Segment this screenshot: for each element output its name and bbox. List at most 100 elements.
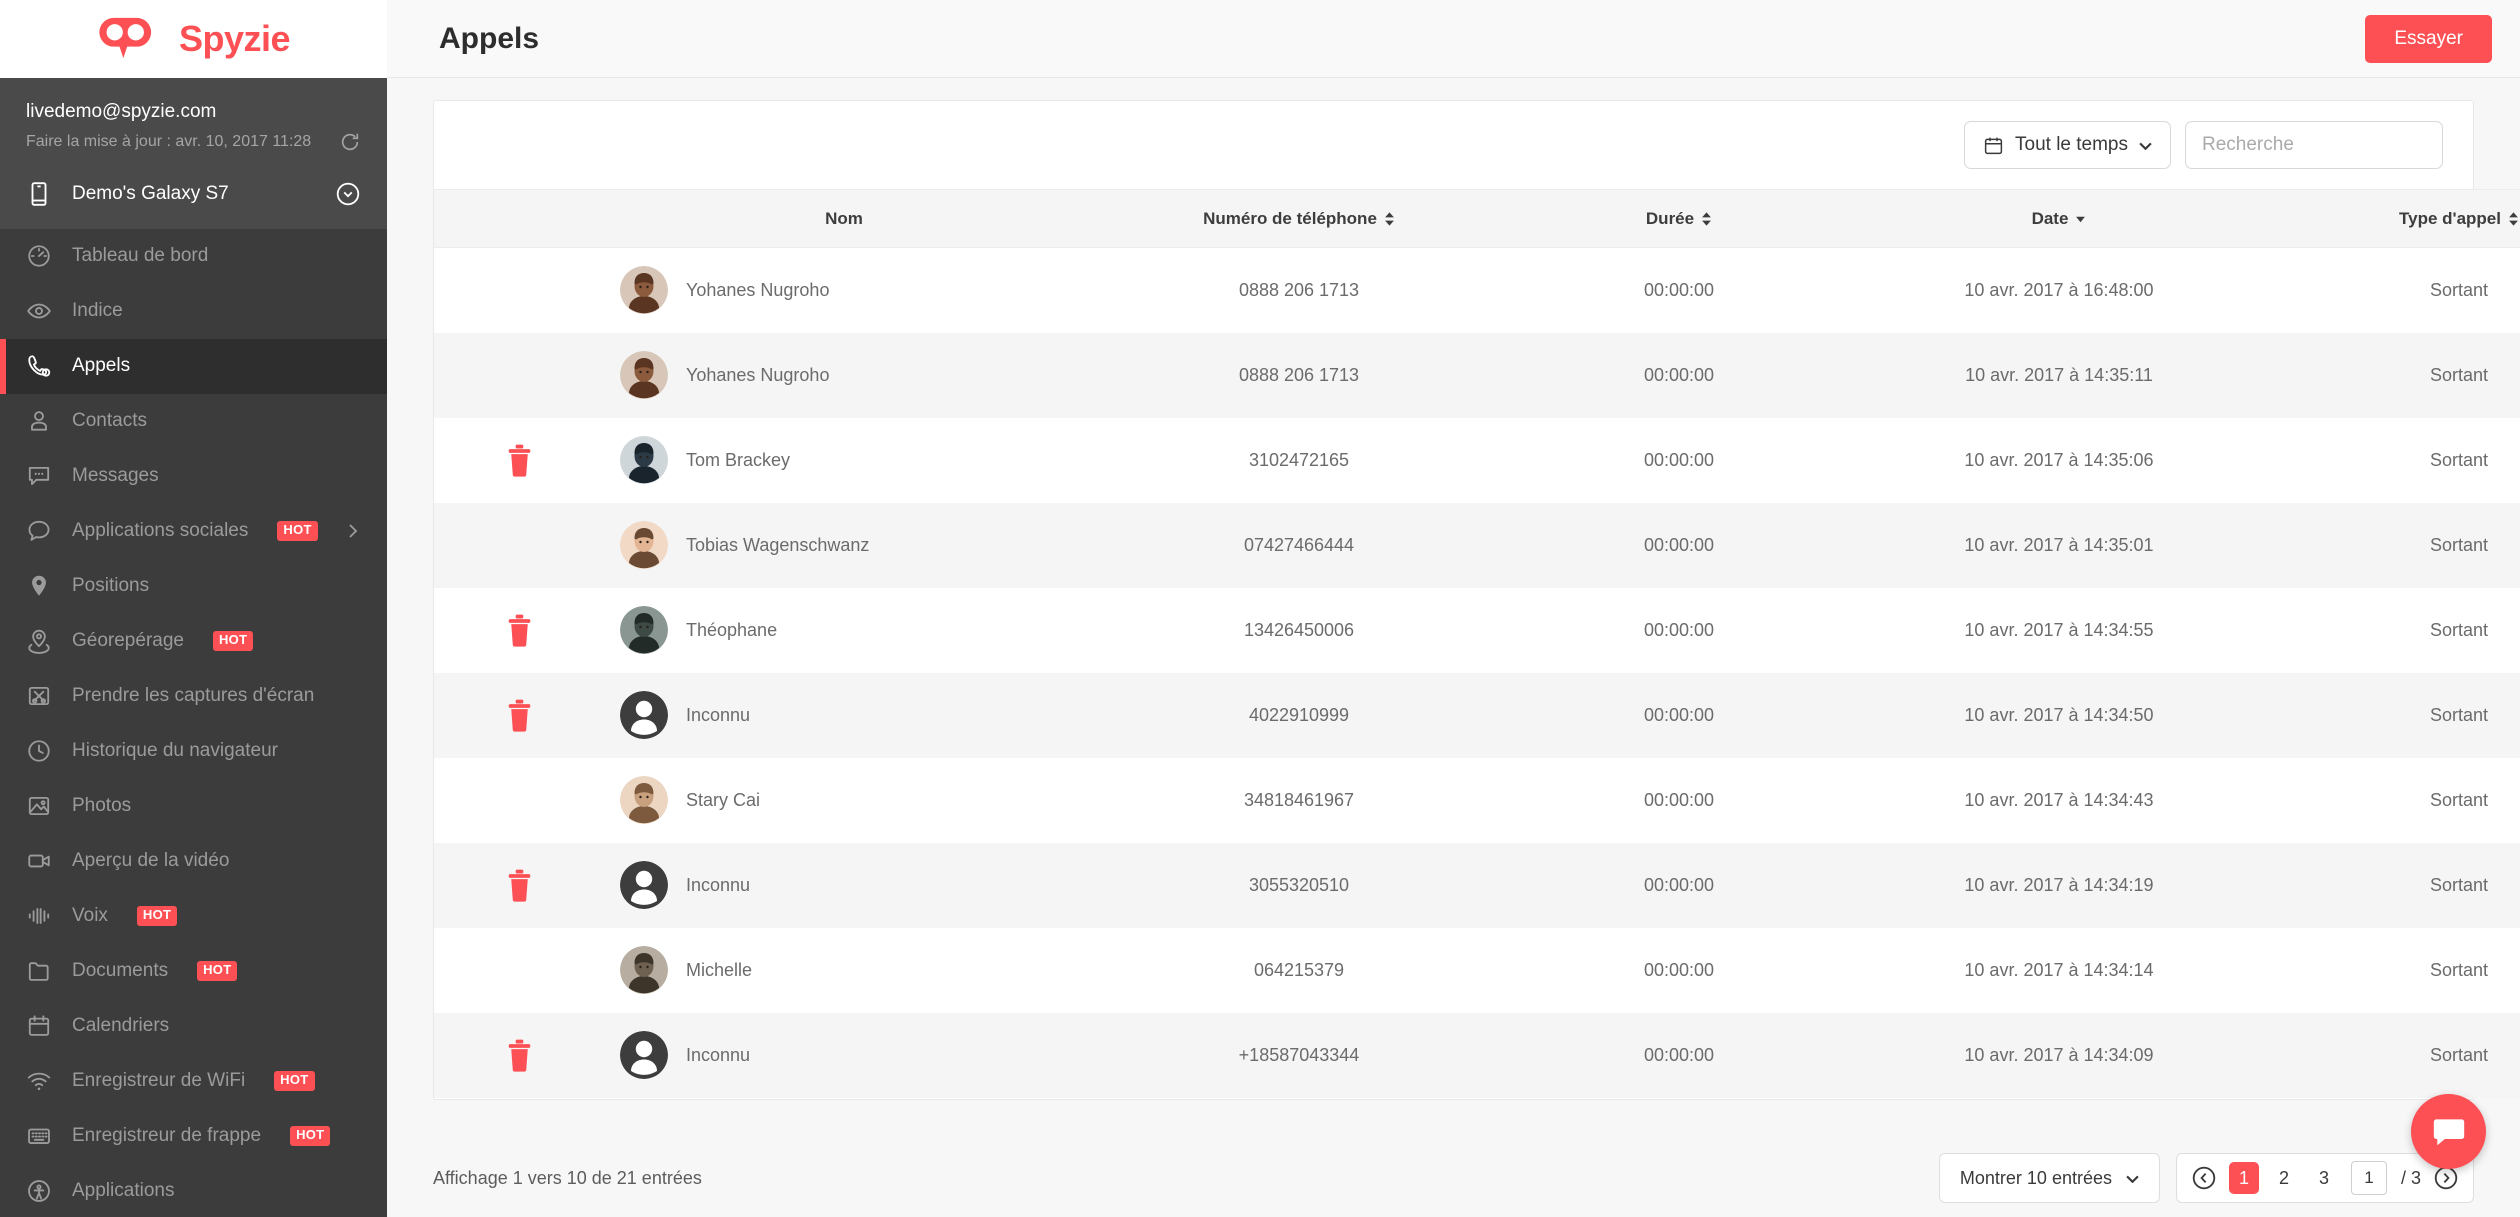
chevron-left-circle-icon[interactable] (2191, 1165, 2217, 1191)
page-header: Appels Essayer (387, 0, 2520, 78)
avatar (620, 946, 668, 994)
sort-desc-icon (2076, 216, 2086, 222)
table-footer: Affichage 1 vers 10 de 21 entrées Montre… (433, 1139, 2474, 1217)
device-selector[interactable]: Demo's Galaxy S7 (0, 166, 387, 229)
row-type-cell: Sortant (2429, 874, 2489, 895)
refresh-icon[interactable] (339, 131, 361, 153)
chevron-down-circle-icon[interactable] (335, 181, 361, 207)
page-number-input[interactable] (2350, 1161, 2387, 1195)
table-row[interactable]: Tom Brackey 3102472165 00:00:00 10 avr. 201… (434, 417, 2520, 503)
row-delete-cell[interactable] (434, 1013, 604, 1098)
row-date-cell: 10 avr. 2017 à 14:35:11 (1965, 364, 2153, 385)
column-header-type-d-appel[interactable]: Type d'appel (2274, 189, 2520, 248)
sidebar-item-applications-sociales[interactable]: Applications sociales HOT (0, 504, 387, 559)
row-duration-cell: 00:00:00 (1643, 534, 1715, 555)
page-3-button[interactable]: 3 (2309, 1162, 2339, 1194)
table-row[interactable]: Inconnu 3055320510 00:00:00 10 avr. 2017 à … (434, 842, 2520, 928)
date-filter-label: Tout le temps (2015, 134, 2128, 155)
delete-icon[interactable] (504, 444, 535, 477)
contact-name: Yohanes Nugroho (686, 279, 830, 300)
image-icon (28, 796, 50, 816)
row-delete-cell (434, 758, 604, 843)
row-duration-cell: 00:00:00 (1643, 279, 1715, 300)
row-name-cell: Stary Cai (604, 758, 1084, 843)
row-name-cell: Théophane (604, 588, 1084, 673)
sidebar-item-documents[interactable]: Documents HOT (0, 944, 387, 999)
hot-badge: HOT (197, 961, 238, 981)
sidebar: Spyzie livedemo@spyzie.com Faire la mise… (0, 0, 387, 1217)
sidebar-item-prendre-les-captures-d-cran[interactable]: Prendre les captures d'écran (0, 669, 387, 724)
row-date-cell: 10 avr. 2017 à 16:48:00 (1964, 279, 2154, 300)
row-phone-cell: 0888 206 1713 (1238, 364, 1360, 385)
sidebar-item-label: Géorepérage (72, 630, 184, 651)
row-duration-cell: 00:00:00 (1643, 1044, 1715, 1065)
page-2-button[interactable]: 2 (2269, 1162, 2299, 1194)
sidebar-item-enregistreur-de-frappe[interactable]: Enregistreur de frappe HOT (0, 1109, 387, 1164)
sidebar-item-messages[interactable]: Messages (0, 449, 387, 504)
row-phone-cell: 064215379 (1253, 959, 1345, 980)
show-entries-dropdown[interactable]: Montrer 10 entrées (1938, 1153, 2160, 1203)
table-row[interactable]: Inconnu 4022910999 00:00:00 10 avr. 2017 à … (434, 672, 2520, 758)
table-row[interactable]: Yohanes Nugroho 0888 206 1713 00:00:00 10 a… (434, 332, 2520, 418)
column-header-date[interactable]: Date (1844, 189, 2274, 248)
sidebar-item-label: Applications sociales (72, 520, 249, 541)
sidebar-item-historique-du-navigateur[interactable]: Historique du navigateur (0, 724, 387, 779)
column-header-num-ro-de-t-l-phone[interactable]: Numéro de téléphone (1084, 189, 1514, 248)
sidebar-item-label: Historique du navigateur (72, 740, 278, 761)
sidebar-item-aper-u-de-la-vid-o[interactable]: Aperçu de la vidéo (0, 834, 387, 889)
row-delete-cell[interactable] (434, 588, 604, 673)
sidebar-item-tableau-de-bord[interactable]: Tableau de bord (0, 229, 387, 284)
chat-bubble-icon (28, 520, 50, 541)
sidebar-item-enregistreur-de-wifi[interactable]: Enregistreur de WiFi HOT (0, 1054, 387, 1109)
delete-icon[interactable] (504, 1039, 535, 1072)
row-type-cell: Sortant (2429, 449, 2489, 470)
table-body: Yohanes Nugroho 0888 206 1713 00:00:00 10 a… (434, 247, 2520, 1098)
hot-badge: HOT (136, 906, 178, 926)
delete-icon[interactable] (504, 869, 535, 902)
date-filter-dropdown[interactable]: Tout le temps (1964, 121, 2171, 169)
sidebar-item-photos[interactable]: Photos (0, 779, 387, 834)
sidebar-item-appels[interactable]: Appels (0, 338, 387, 394)
entries-info: Affichage 1 vers 10 de 21 entrées (433, 1167, 702, 1188)
table-row[interactable]: Théophane 13426450006 00:00:00 10 avr. 2017… (434, 587, 2520, 673)
sidebar-item-contacts[interactable]: Contacts (0, 394, 387, 449)
search-input[interactable] (2202, 134, 2447, 156)
sidebar-item-indice[interactable]: Indice (0, 284, 387, 339)
row-delete-cell (434, 248, 604, 333)
sidebar-item-positions[interactable]: Positions (0, 559, 387, 614)
page-1-button[interactable]: 1 (2228, 1162, 2259, 1194)
table-row[interactable]: Inconnu +18587043344 00:00:00 10 avr. 2017 … (434, 1012, 2520, 1098)
avatar (620, 266, 668, 315)
try-button[interactable]: Essayer (2365, 14, 2492, 63)
column-header-label: Nom (825, 208, 863, 228)
folder-icon (28, 962, 49, 981)
chevron-right-icon[interactable] (345, 523, 361, 539)
search-box[interactable] (2185, 121, 2447, 169)
delete-icon[interactable] (504, 699, 535, 732)
table-row[interactable]: Tobias Wagenschwanz 07427466444 00:00:00 10… (434, 502, 2520, 588)
delete-icon[interactable] (504, 614, 535, 647)
row-type-cell: Sortant (2429, 789, 2489, 810)
row-delete-cell[interactable] (434, 843, 604, 928)
sidebar-item-label: Prendre les captures d'écran (72, 685, 315, 706)
column-header-dur-e[interactable]: Durée (1514, 189, 1844, 248)
phone-icon (31, 181, 47, 206)
row-phone-cell: 4022910999 (1248, 704, 1350, 725)
sidebar-item-calendriers[interactable]: Calendriers (0, 999, 387, 1054)
row-delete-cell[interactable] (434, 673, 604, 758)
chat-support-button[interactable] (2411, 1094, 2486, 1169)
keyboard-icon (28, 1128, 50, 1144)
table-row[interactable]: Yohanes Nugroho 0888 206 1713 00:00:00 10 a… (434, 247, 2520, 333)
sidebar-item-voix[interactable]: Voix HOT (0, 889, 387, 944)
brand-logo[interactable]: Spyzie (0, 0, 387, 78)
page-title: Appels (439, 21, 540, 55)
sidebar-item-g-orep-rage[interactable]: Géorepérage HOT (0, 614, 387, 669)
apps-icon (28, 1180, 50, 1202)
account-panel: livedemo@spyzie.com Faire la mise à jour… (0, 78, 387, 167)
row-delete-cell[interactable] (434, 418, 604, 503)
row-type-cell: Sortant (2429, 279, 2489, 300)
table-row[interactable]: Michelle 064215379 00:00:00 10 avr. 2017 à … (434, 927, 2520, 1013)
row-phone-cell: +18587043344 (1238, 1044, 1360, 1065)
sidebar-item-applications[interactable]: Applications (0, 1164, 387, 1217)
table-row[interactable]: Stary Cai 34818461967 00:00:00 10 avr. 2017… (434, 757, 2520, 843)
